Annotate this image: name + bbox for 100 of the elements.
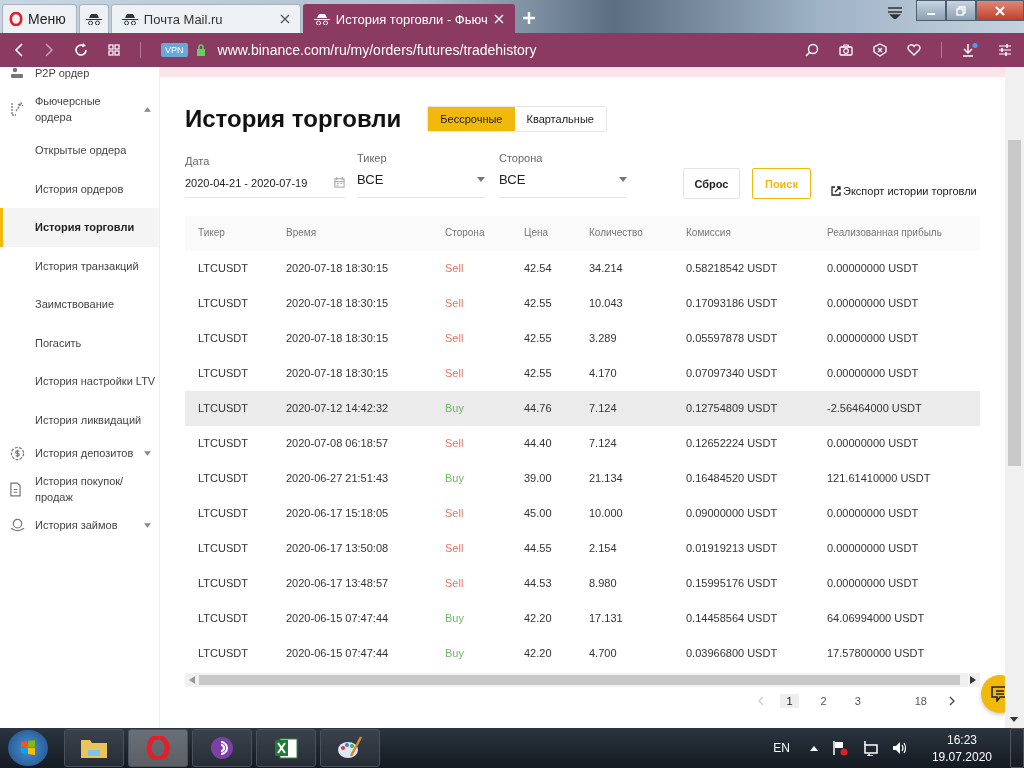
caret-up-icon[interactable] xyxy=(809,745,818,751)
down-arrow-icon[interactable] xyxy=(1010,717,1018,722)
table-cell: 10.000 xyxy=(589,507,623,519)
grid-icon[interactable] xyxy=(108,44,120,56)
sidebar-subitem[interactable]: История торговли xyxy=(0,208,159,247)
taskbar-app[interactable] xyxy=(192,729,252,767)
clock-time[interactable]: 16:23 xyxy=(946,732,977,747)
url-field[interactable]: www.binance.com/ru/my/orders/futures/tradehistory xyxy=(217,42,785,58)
table-cell: LTCUSDT xyxy=(198,367,248,379)
table-cell: 64.06994000 USDT xyxy=(827,612,925,624)
page-button[interactable]: 1 xyxy=(780,694,799,708)
table-row[interactable]: LTCUSDT 2020-06-17 15:18:05 Sell 45.00 10.000 0.09000000 USDT 0.00000000 USDT xyxy=(185,496,980,531)
table-row[interactable]: LTCUSDT 2020-07-18 18:30:15 Sell 42.55 4.170 0.07097340 USDT 0.00000000 USDT xyxy=(185,356,980,391)
table-cell: 0.16484520 USDT xyxy=(686,472,778,484)
ticker-dropdown[interactable]: ВСЕ xyxy=(357,168,485,198)
export-link[interactable]: Экспорт истории торговли xyxy=(831,185,977,197)
start-button[interactable] xyxy=(8,730,48,766)
sidebar-item[interactable]: История депозитов xyxy=(0,439,159,467)
sidebar-item[interactable]: История покупок/ продаж xyxy=(0,467,159,511)
chat-icon xyxy=(991,686,1005,702)
sidebar-subitem[interactable]: Погасить xyxy=(0,323,159,362)
sidebar-subitem[interactable]: История ликвидаций xyxy=(0,400,159,439)
external-link-icon xyxy=(831,186,841,196)
sidebar-subitem[interactable]: Заимствование xyxy=(0,285,159,324)
speaker-icon[interactable] xyxy=(891,740,908,756)
table-cell: 4.170 xyxy=(589,367,617,379)
camera-icon[interactable] xyxy=(839,44,853,56)
clock-date[interactable]: 19.07.2020 xyxy=(931,749,992,764)
side-dropdown[interactable]: ВСЕ xyxy=(499,168,627,198)
network-icon[interactable] xyxy=(861,740,878,756)
table-row[interactable]: LTCUSDT 2020-07-18 18:30:15 Sell 42.55 10.043 0.17093186 USDT 0.00000000 USDT xyxy=(185,286,980,321)
browser-tab[interactable] xyxy=(78,4,109,33)
sidebar-subitem[interactable]: История ордеров xyxy=(0,169,159,208)
page-button[interactable]: 2 xyxy=(814,694,833,708)
segment-tab[interactable]: Бессрочные xyxy=(428,107,515,131)
table-cell: 0.00000000 USDT xyxy=(827,297,919,309)
table-cell: 42.20 xyxy=(524,612,552,624)
shield-icon[interactable] xyxy=(873,43,887,57)
coin-hand-icon xyxy=(10,517,25,533)
reset-button[interactable]: Сброс xyxy=(683,168,740,199)
close-icon[interactable] xyxy=(279,14,290,24)
sidebar-subitem[interactable]: История транзакций xyxy=(0,246,159,285)
caret-icon[interactable] xyxy=(144,106,151,112)
sidebar-item[interactable]: История займов xyxy=(0,511,159,539)
table-row[interactable]: LTCUSDT 2020-06-15 07:47:44 Buy 42.20 4.700 0.03966800 USDT 17.57800000 USDT xyxy=(185,636,980,671)
menu-button[interactable]: Меню xyxy=(2,4,77,33)
language-indicator[interactable]: EN xyxy=(773,741,790,755)
column-header: Количество xyxy=(589,227,643,238)
tab-menu-icon[interactable] xyxy=(888,7,902,19)
page-button[interactable]: 3 xyxy=(848,694,867,708)
back-icon[interactable] xyxy=(14,43,24,57)
reload-icon[interactable] xyxy=(74,43,88,57)
search-icon[interactable] xyxy=(805,43,819,57)
browser-tab[interactable]: История торговли - Фьюч xyxy=(302,4,515,33)
vertical-scrollbar[interactable] xyxy=(1005,67,1024,728)
caret-icon[interactable] xyxy=(144,522,151,528)
table-row[interactable]: LTCUSDT 2020-06-17 13:48:57 Sell 44.53 8.980 0.15995176 USDT 0.00000000 USDT xyxy=(185,566,980,601)
right-arrow-icon[interactable] xyxy=(970,676,976,684)
taskbar-app[interactable] xyxy=(64,729,124,767)
table-row[interactable]: LTCUSDT 2020-07-08 06:18:57 Sell 44.40 7.124 0.12652224 USDT 0.00000000 USDT xyxy=(185,426,980,461)
table-row[interactable]: LTCUSDT 2020-06-17 13:50:08 Sell 44.55 2.154 0.01919213 USDT 0.00000000 USDT xyxy=(185,531,980,566)
column-header: Цена xyxy=(524,227,549,238)
sidebar-item[interactable]: Фьючерсные ордера xyxy=(0,87,159,131)
table-cell: 0.01919213 USDT xyxy=(686,542,778,554)
page-button[interactable]: 18 xyxy=(908,694,933,708)
table-cell: 2020-07-18 18:30:15 xyxy=(286,297,389,309)
flag-icon[interactable] xyxy=(831,740,848,756)
settings-icon[interactable] xyxy=(998,43,1012,57)
table-cell: 0.03966800 USDT xyxy=(686,647,778,659)
sidebar-subitem[interactable]: История настройки LTV xyxy=(0,362,159,401)
table-cell: Sell xyxy=(445,577,464,589)
taskbar-app[interactable] xyxy=(320,729,380,767)
plus-icon[interactable] xyxy=(522,12,535,24)
table-cell: Buy xyxy=(445,402,464,414)
table-cell: 7.124 xyxy=(589,437,617,449)
table-row[interactable]: LTCUSDT 2020-07-18 18:30:15 Sell 42.55 3.289 0.05597878 USDT 0.00000000 USDT xyxy=(185,321,980,356)
download-icon[interactable] xyxy=(962,43,978,57)
sidebar-item[interactable]: P2P ордер xyxy=(0,67,159,87)
table-cell: LTCUSDT xyxy=(198,612,248,624)
table-row[interactable]: LTCUSDT 2020-07-12 14:42:32 Buy 44.76 7.124 0.12754809 USDT -2.56464000 USDT xyxy=(185,391,980,426)
next-page-icon[interactable] xyxy=(949,696,955,706)
table-cell: 4.700 xyxy=(589,647,617,659)
heart-icon[interactable] xyxy=(907,44,921,56)
forward-icon[interactable] xyxy=(44,43,54,57)
table-row[interactable]: LTCUSDT 2020-06-27 21:51:43 Buy 39.00 21.134 0.16484520 USDT 121.61410000 USDT xyxy=(185,461,980,496)
table-cell: 8.980 xyxy=(589,577,617,589)
sidebar-subitem[interactable]: Открытые ордера xyxy=(0,131,159,170)
table-row[interactable]: LTCUSDT 2020-07-18 18:30:15 Sell 42.54 34.214 0.58218542 USDT 0.00000000 USDT xyxy=(185,251,980,286)
browser-tab[interactable]: Почта Mail.ru xyxy=(110,4,301,33)
caret-icon[interactable] xyxy=(144,450,151,456)
horizontal-scrollbar[interactable] xyxy=(185,673,980,687)
table-cell: 2020-07-18 18:30:15 xyxy=(286,332,389,344)
table-cell: 0.00000000 USDT xyxy=(827,367,919,379)
table-cell: 44.53 xyxy=(524,577,552,589)
table-row[interactable]: LTCUSDT 2020-06-15 07:47:44 Buy 42.20 17.131 0.14458564 USDT 64.06994000 USDT xyxy=(185,601,980,636)
date-range-field[interactable]: 2020-04-21 - 2020-07-19 xyxy=(185,174,345,198)
taskbar-app[interactable] xyxy=(256,729,316,767)
table-cell: 34.214 xyxy=(589,262,623,274)
table-cell: Sell xyxy=(445,367,464,379)
table-cell: 44.76 xyxy=(524,402,552,414)
